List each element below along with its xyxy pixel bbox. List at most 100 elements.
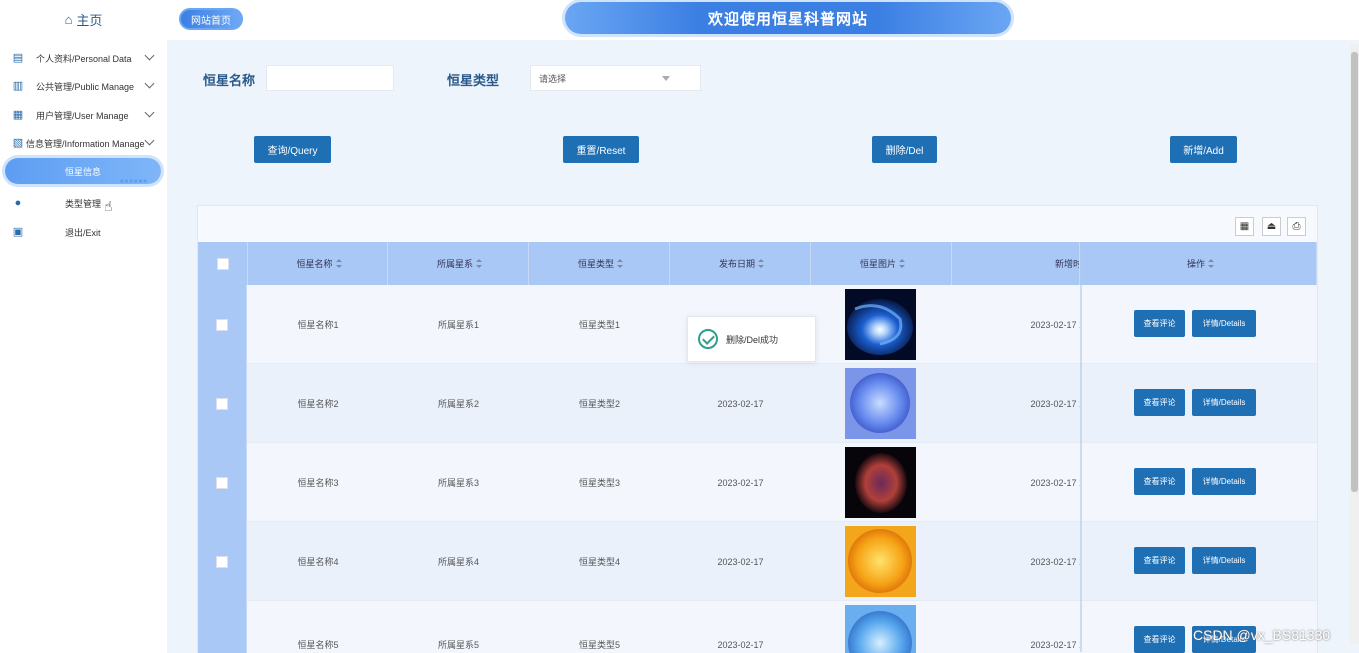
table-row: 恒星名称4 所属星系4 恒星类型4 2023-02-17 2023-02-17 … (198, 522, 1317, 601)
document-icon: ▤ (12, 52, 24, 64)
scrollbar-thumb[interactable] (1351, 52, 1358, 492)
cell-galaxy: 所属星系2 (437, 399, 479, 409)
columns-icon[interactable]: ▦ (1235, 217, 1254, 236)
cell-star-name: 恒星名称3 (297, 478, 339, 488)
star-type-select[interactable]: 请选择 (530, 65, 701, 91)
cell-star-name: 恒星名称5 (297, 640, 339, 650)
cell-star-type: 恒星类型5 (578, 640, 620, 650)
banner-title: 欢迎使用恒星科普网站 (565, 2, 1011, 34)
page-scrollbar[interactable] (1350, 44, 1359, 644)
column-header-label: 恒星名称 (296, 259, 333, 269)
view-comments-button[interactable]: 查看评论 (1134, 389, 1185, 416)
column-header-galaxy[interactable]: 所属星系 (388, 242, 529, 285)
chevron-down-icon (144, 78, 155, 89)
check-circle-icon (698, 329, 718, 349)
column-header-star-type[interactable]: 恒星类型 (529, 242, 670, 285)
sidebar-home-label: 主页 (76, 12, 103, 28)
column-header-star-name[interactable]: 恒星名称 (248, 242, 388, 285)
cell-star-name: 恒星名称1 (297, 320, 339, 330)
star-image-red-nebula[interactable] (845, 447, 916, 518)
clipboard-icon: ▥ (12, 80, 24, 92)
cell-created-time: 2023-02-17 1 (952, 285, 1080, 364)
cell-star-name: 恒星名称4 (297, 557, 339, 567)
add-button[interactable]: 新增/Add (1170, 136, 1237, 163)
cell-publish-date: 2023-02-17 (717, 477, 764, 488)
star-image-blue-star-2[interactable] (845, 605, 916, 653)
cell-star-type: 恒星类型2 (578, 399, 620, 409)
details-button[interactable]: 详情/Details (1192, 310, 1256, 337)
sidebar-item-information-manage[interactable]: ▧ 信息管理/Information Manage (0, 133, 167, 153)
sidebar-subitem-label: 恒星信息 (64, 166, 101, 177)
chevron-down-icon (144, 135, 155, 146)
select-all-cell (198, 242, 248, 285)
row-checkbox[interactable] (216, 397, 228, 410)
calendar-icon: ▣ (12, 226, 24, 238)
column-header-publish-date[interactable]: 发布日期 (670, 242, 811, 285)
sidebar-item-public-manage[interactable]: ▥ 公共管理/Public Manage (0, 76, 167, 96)
cell-created-time: 2023-02-17 1 (952, 443, 1080, 522)
caret-down-icon (662, 76, 670, 81)
sidebar-subitem-type-manage[interactable]: ● 类型管理 (0, 193, 167, 213)
column-header-actions: 操作 (1082, 242, 1317, 285)
row-checkbox[interactable] (216, 476, 228, 489)
sidebar-item-exit[interactable]: ▣ 退出/Exit (0, 222, 167, 242)
sidebar-item-label: 类型管理 (65, 198, 102, 209)
cell-publish-date: 2023-02-17 (717, 556, 764, 567)
details-button[interactable]: 详情/Details (1192, 468, 1256, 495)
sidebar-home[interactable]: ⌂ 主页 (0, 0, 167, 38)
column-header-label: 恒星图片 (859, 259, 896, 269)
decor-dots: ■■■■■■ (120, 179, 148, 185)
table-row: 恒星名称2 所属星系2 恒星类型2 2023-02-17 2023-02-17 … (198, 364, 1317, 443)
column-header-label: 新增时间 (1054, 259, 1079, 269)
row-checkbox-cell (198, 601, 247, 653)
table-panel: ▦ ⏏ ⎙ 恒星名称 所属星系 恒星类型 发布日期 恒星图片 新增时间 操作 恒… (197, 205, 1318, 653)
sidebar-item-personal-data[interactable]: ▤ 个人资料/Personal Data (0, 48, 167, 68)
row-checkbox-cell (198, 443, 247, 522)
chevron-down-icon (144, 107, 155, 118)
column-header-star-image[interactable]: 恒星图片 (811, 242, 952, 285)
delete-button[interactable]: 删除/Del (872, 136, 937, 163)
star-type-placeholder: 请选择 (539, 73, 567, 84)
details-button[interactable]: 详情/Details (1192, 389, 1256, 416)
cell-star-type: 恒星类型3 (578, 478, 620, 488)
column-header-label: 操作 (1186, 259, 1205, 269)
table-row: 恒星名称3 所属星系3 恒星类型3 2023-02-17 2023-02-17 … (198, 443, 1317, 522)
cell-publish-date: 2023-02-17 (717, 398, 764, 409)
fixed-column-divider (1080, 242, 1082, 652)
row-checkbox[interactable] (216, 318, 228, 331)
star-image-yellow-sun[interactable] (845, 526, 916, 597)
sidebar-item-label: 信息管理/Information Manage (26, 138, 145, 149)
sidebar-item-user-manage[interactable]: ▦ 用户管理/User Manage (0, 105, 167, 125)
star-image-blue-star[interactable] (845, 368, 916, 439)
user-badge-icon: ● (14, 197, 22, 209)
column-header-created-time[interactable]: 新增时间 (952, 242, 1080, 285)
row-checkbox[interactable] (216, 555, 228, 568)
view-comments-button[interactable]: 查看评论 (1134, 310, 1185, 337)
export-icon[interactable]: ⏏ (1262, 217, 1281, 236)
select-all-checkbox[interactable] (216, 257, 229, 270)
cell-created-time-text: 2023-02-17 1 (1030, 477, 1080, 488)
success-toast: 删除/Del成功 (687, 316, 816, 362)
cell-star-type: 恒星类型1 (578, 320, 620, 330)
cell-galaxy: 所属星系4 (437, 557, 479, 567)
query-button[interactable]: 查询/Query (254, 136, 331, 163)
details-button[interactable]: 详情/Details (1192, 547, 1256, 574)
star-image-galaxy[interactable] (845, 289, 916, 360)
row-checkbox-cell (198, 522, 247, 601)
sidebar-item-label: 用户管理/User Manage (36, 110, 129, 121)
table-header: 恒星名称 所属星系 恒星类型 发布日期 恒星图片 新增时间 操作 (198, 242, 1317, 285)
website-home-button[interactable]: 网站首页 (179, 8, 243, 30)
cell-star-type: 恒星类型4 (578, 557, 620, 567)
print-icon[interactable]: ⎙ (1287, 217, 1306, 236)
cell-created-time-text: 2023-02-17 1 (1030, 639, 1080, 650)
building-icon: ▦ (12, 109, 24, 121)
cell-star-name: 恒星名称2 (297, 399, 339, 409)
cell-galaxy: 所属星系5 (437, 640, 479, 650)
table-row: 恒星名称5 所属星系5 恒星类型5 2023-02-17 2023-02-17 … (198, 601, 1317, 653)
star-name-input[interactable] (266, 65, 394, 91)
view-comments-button[interactable]: 查看评论 (1134, 468, 1185, 495)
cell-created-time: 2023-02-17 1 (952, 522, 1080, 601)
view-comments-button[interactable]: 查看评论 (1134, 626, 1185, 653)
view-comments-button[interactable]: 查看评论 (1134, 547, 1185, 574)
reset-button[interactable]: 重置/Reset (563, 136, 639, 163)
